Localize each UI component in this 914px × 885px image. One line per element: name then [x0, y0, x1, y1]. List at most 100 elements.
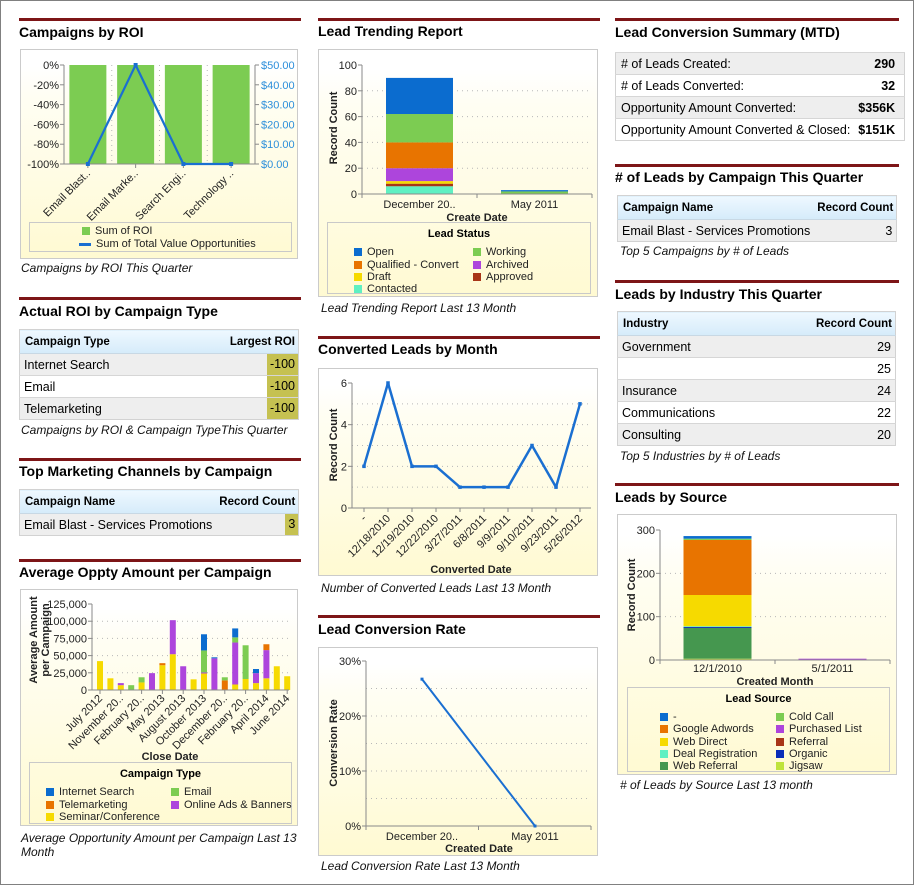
legend-item: Online Ads & Banners — [171, 798, 292, 812]
bar-segment — [201, 650, 207, 673]
table-row[interactable]: 25 — [617, 357, 896, 380]
bar-segment — [169, 654, 176, 690]
y-tick-label: $30.00 — [261, 100, 295, 112]
x-tick-label: December 20.. — [386, 831, 458, 843]
caption-avg-oppty: Average Opportunity Amount per Campaign … — [21, 831, 297, 859]
x-tick-label: Technology .. — [182, 168, 236, 222]
table-row[interactable]: Email -100 — [19, 375, 299, 398]
data-point — [410, 464, 414, 469]
bar-segment — [284, 676, 291, 690]
caption-converted-leads: Number of Converted Leads Last 13 Month — [321, 581, 552, 595]
column-header-largest-roi[interactable]: Largest ROI — [178, 329, 299, 354]
y-tick-label: -80% — [33, 139, 59, 151]
cell-record-count: 22 — [770, 401, 896, 424]
legend-item: Contacted — [354, 282, 417, 296]
x-tick-label: Email Blast.. — [41, 168, 93, 220]
table-row[interactable]: Telemarketing -100 — [19, 397, 299, 420]
table-row[interactable]: Internet Search -100 — [19, 353, 299, 376]
section-title-leads-by-industry: Leads by Industry This Quarter — [615, 286, 822, 302]
column-header-industry[interactable]: Industry — [617, 311, 771, 336]
y-tick-label: 0% — [345, 821, 361, 833]
legend-label: - — [673, 711, 677, 723]
legend-label: Email — [184, 786, 212, 798]
chart-converted-leads[interactable]: 0 2 4 6-12/18/2010 12/19/2010 12/22/2010 3/27/… — [318, 368, 598, 576]
chart-lead-trending[interactable]: 0 20 40 60 80 100 December 20.. May 2011 Create … — [318, 49, 598, 297]
table-row[interactable]: Consulting 20 — [617, 423, 896, 446]
y-tick-label: 200 — [637, 568, 655, 580]
chart-lead-conversion-rate[interactable]: 0% 10% 20% 30% December 20.. May 2011 Created … — [318, 647, 598, 856]
section-title-lead-trending: Lead Trending Report — [318, 23, 463, 39]
y-tick-label: 75,000 — [53, 633, 87, 645]
legend-swatch-icon — [46, 800, 54, 809]
legend-item: Seminar/Conference — [46, 810, 160, 824]
bar-segment — [386, 77, 453, 115]
highlighted-value: 3 — [285, 514, 299, 535]
column-header-record-count[interactable]: Record Count — [216, 489, 299, 514]
summary-label: # of Leads Converted: — [615, 74, 855, 97]
legend-label: Deal Registration — [673, 748, 758, 760]
summary-value: 32 — [854, 74, 905, 97]
cell-record-count: 24 — [770, 379, 896, 402]
summary-label: Opportunity Amount Converted: — [615, 96, 855, 119]
column-header-record-count[interactable]: Record Count — [814, 195, 897, 220]
legend-swatch-icon — [46, 813, 54, 821]
cell-campaign-name: Email Blast - Services Promotions — [19, 513, 217, 536]
cell-industry: Insurance — [617, 379, 771, 402]
bar-segment — [386, 168, 453, 182]
legend-label: Online Ads & Banners — [184, 798, 292, 811]
chart-leads-by-source[interactable]: 0 100 200 300 12/1/2010 5/1/2011 Created Month… — [617, 514, 897, 775]
data-point — [181, 162, 186, 166]
y-tick-label: 100,000 — [47, 616, 87, 628]
bar — [69, 65, 107, 164]
summary-row: Opportunity Amount Converted & Closed: $… — [615, 118, 905, 141]
table-row[interactable]: Insurance 24 — [617, 379, 896, 402]
chart-avg-oppty-amount[interactable]: 0 25,000 50,000 75,000 100,000 125,000 July 20… — [20, 589, 298, 826]
legend-label: Telemarketing — [59, 798, 128, 811]
table-row[interactable]: Government 29 — [617, 335, 896, 358]
summary-value: $151K — [854, 118, 905, 141]
y-tick-label: 60 — [345, 112, 357, 124]
y-tick-label: 0 — [81, 685, 87, 697]
legend-label: Organic — [789, 748, 828, 760]
bar-segment — [169, 620, 176, 655]
cell-largest-roi: -100 — [178, 397, 299, 420]
table-leads-by-industry: Industry Record Count Government 29 25 I… — [617, 311, 896, 446]
highlighted-value: -100 — [266, 398, 298, 419]
table-row[interactable]: Email Blast - Services Promotions 3 — [617, 219, 897, 242]
data-point — [533, 824, 537, 828]
section-rule — [615, 18, 899, 21]
bar-segment — [232, 637, 239, 643]
cell-record-count: 25 — [770, 357, 896, 380]
column-header-campaign-name[interactable]: Campaign Name — [19, 489, 217, 514]
legend-swatch-icon — [660, 725, 668, 734]
section-rule — [19, 458, 301, 461]
bar-segment — [117, 683, 124, 686]
column-header-campaign-type[interactable]: Campaign Type — [19, 329, 179, 354]
y-tick-label: 100 — [637, 612, 655, 624]
y-tick-label: 80 — [345, 86, 357, 98]
y-tick-label: 50,000 — [53, 651, 87, 663]
column-header-campaign-name[interactable]: Campaign Name — [617, 195, 815, 220]
legend-label: Working — [486, 246, 527, 258]
cell-campaign-name: Email Blast - Services Promotions — [617, 219, 815, 242]
legend-title: Lead Source — [725, 693, 792, 705]
section-title-avg-oppty: Average Oppty Amount per Campaign — [19, 564, 272, 580]
chart-campaigns-by-roi[interactable]: 0% -20% -40% -60% -80% -100% $50.00 $40.00 $30.0… — [20, 49, 298, 259]
legend-swatch-icon — [776, 737, 784, 746]
legend-line-icon — [79, 242, 91, 246]
y-tick-label: 300 — [637, 525, 655, 537]
cell-record-count: 3 — [216, 513, 299, 536]
column-header-record-count[interactable]: Record Count — [770, 311, 896, 336]
bar-segment — [253, 669, 259, 674]
cell-record-count: 29 — [770, 335, 896, 358]
section-rule — [318, 615, 600, 618]
bar-segment — [683, 595, 752, 627]
table-row[interactable]: Email Blast - Services Promotions 3 — [19, 513, 299, 536]
legend-swatch-icon — [46, 788, 54, 796]
table-row[interactable]: Communications 22 — [617, 401, 896, 424]
y-tick-label: 20% — [339, 711, 361, 723]
bar-segment — [107, 678, 114, 690]
section-rule — [318, 18, 600, 21]
y-tick-label: 30% — [339, 656, 361, 668]
summary-value: $356K — [854, 96, 905, 119]
